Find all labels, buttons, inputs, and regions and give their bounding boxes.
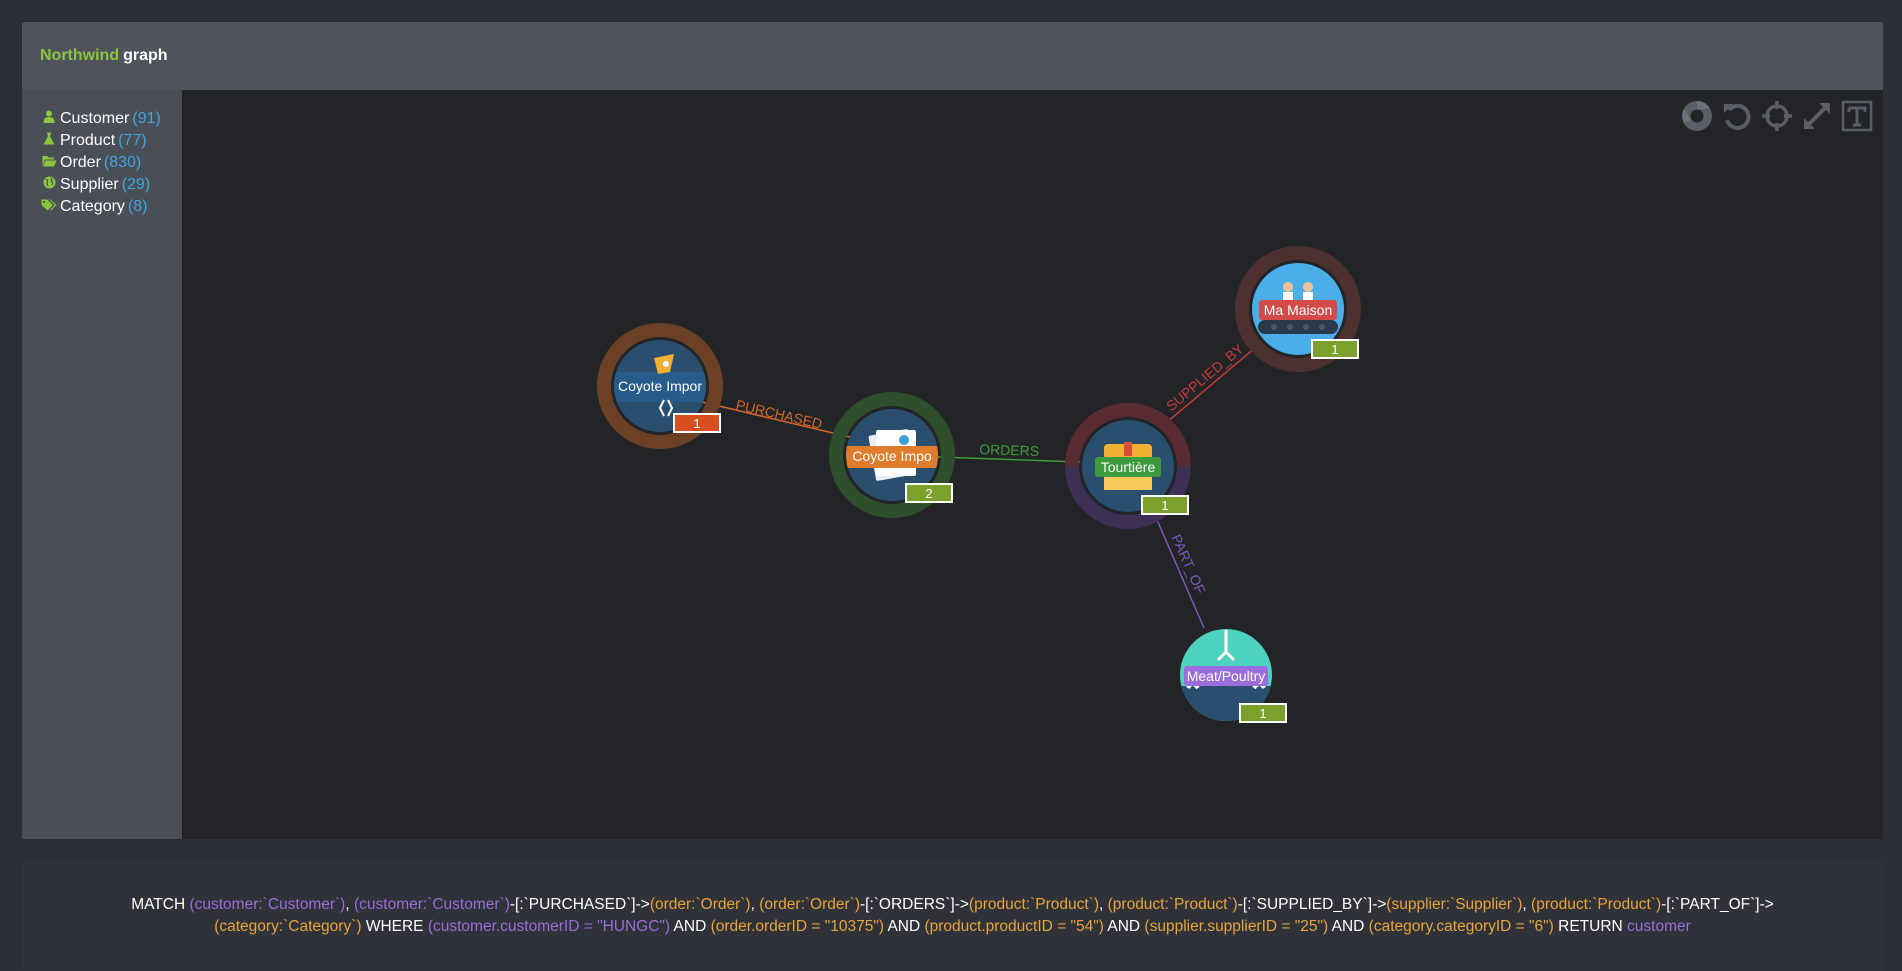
tags-icon (40, 196, 58, 218)
text-icon[interactable] (1841, 100, 1873, 132)
legend-item-supplier[interactable]: Supplier (29) (40, 174, 182, 196)
legend-list: Customer (91) Product (77) Order (830) Supp… (22, 90, 182, 218)
query-segment: (customer.customerID = "HUNGC") (427, 918, 671, 935)
crosshairs-icon[interactable] (1761, 100, 1793, 132)
node-order[interactable]: Coyote Impo 2 (829, 392, 955, 518)
query-segment: AND (884, 918, 925, 935)
query-segment: -[:`ORDERS`]-> (859, 896, 969, 913)
query-segment: (product:`Product`) (968, 896, 1099, 913)
edge-label-purchased: PURCHASED (734, 396, 823, 431)
node-label: Tourtière (1101, 459, 1156, 475)
legend-count: (91) (132, 110, 161, 127)
legend-count: (29) (121, 176, 151, 193)
cypher-query-text[interactable]: MATCH (customer:`Customer`), (customer:`… (62, 894, 1843, 938)
node-badge-count: 1 (1259, 706, 1266, 721)
node-badge-count: 1 (1331, 342, 1338, 357)
app-header: Northwind graph (22, 22, 1883, 90)
node-product[interactable]: Tourtière 1 (1065, 403, 1191, 529)
brand-accent: Northwind (40, 47, 120, 64)
cypher-query-panel: MATCH (customer:`Customer`), (customer:`… (22, 862, 1883, 971)
query-segment: , (750, 896, 760, 913)
query-segment: AND (670, 918, 711, 935)
query-segment: (order:`Order`) (759, 896, 860, 913)
node-supplier[interactable]: Ma Maison 1 (1235, 246, 1361, 372)
query-segment: (order.orderID = "10375") (710, 918, 884, 935)
legend-count: (8) (127, 198, 148, 215)
flask-icon (40, 130, 58, 152)
node-label: Ma Maison (1264, 302, 1332, 318)
query-segment: (customer:`Customer`) (189, 896, 346, 913)
query-segment: (order:`Order`) (649, 896, 751, 913)
query-segment: -[:`SUPPLIED_BY`]-> (1237, 896, 1387, 913)
query-segment: (supplier.supplierID = "25") (1144, 918, 1329, 935)
legend-item-order[interactable]: Order (830) (40, 152, 182, 174)
graph-toolbar (1681, 100, 1873, 132)
node-label: Coyote Impor (618, 378, 702, 394)
legend-count: (77) (118, 132, 147, 149)
graph-svg[interactable]: PURCHASED ORDERS SUPPLIED_BY PART_OF Coy… (182, 90, 1883, 839)
query-segment: (product:`Product`) (1531, 896, 1662, 913)
chrome-icon[interactable] (1681, 100, 1713, 132)
globe-icon (40, 174, 58, 196)
query-segment: WHERE (361, 918, 428, 935)
app-title: Northwind graph (40, 47, 168, 65)
node-badge-count: 2 (925, 486, 932, 501)
legend-item-product[interactable]: Product (77) (40, 130, 182, 152)
query-segment: AND (1328, 918, 1369, 935)
query-segment: (product.productID = "54") (924, 918, 1104, 935)
legend-label: Customer (60, 110, 130, 127)
node-category[interactable]: Meat/Poultry 1 (1180, 629, 1287, 726)
undo-icon[interactable] (1721, 100, 1753, 132)
query-segment: , (1522, 896, 1532, 913)
edge-label-part-of: PART_OF (1168, 532, 1208, 596)
legend-label: Category (60, 198, 125, 215)
edge-label-supplied-by: SUPPLIED_BY (1163, 340, 1247, 414)
node-label: Coyote Impo (852, 448, 932, 464)
query-segment: -[:`PART_OF`]-> (1661, 896, 1774, 913)
edge-supplied-by[interactable] (1159, 341, 1263, 429)
query-segment: customer (1627, 918, 1691, 935)
expand-icon[interactable] (1801, 100, 1833, 132)
query-segment: (category.categoryID = "6") (1368, 918, 1554, 935)
legend-label: Order (60, 154, 101, 171)
node-badge-count: 1 (693, 416, 700, 431)
legend-sidebar: Customer (91) Product (77) Order (830) Supp… (22, 90, 182, 839)
query-segment: AND (1103, 918, 1145, 935)
query-segment: (category:`Category`) (214, 918, 362, 935)
query-segment: -[:`PURCHASED`]-> (509, 896, 650, 913)
query-segment: (product:`Product`) (1107, 896, 1238, 913)
node-label: Meat/Poultry (1187, 668, 1266, 684)
node-badge-count: 1 (1161, 498, 1168, 513)
folder-open-icon (40, 152, 58, 174)
legend-count: (830) (103, 154, 142, 171)
query-segment: (supplier:`Supplier`) (1386, 896, 1523, 913)
edge-label-orders: ORDERS (979, 441, 1039, 459)
query-segment: , (345, 896, 354, 913)
legend-item-category[interactable]: Category (8) (40, 196, 182, 218)
query-segment: , (1099, 896, 1108, 913)
node-customer[interactable]: Coyote Impor 1 (597, 323, 723, 449)
user-icon (40, 108, 58, 130)
brand-rest: graph (123, 47, 168, 64)
legend-label: Product (60, 132, 116, 149)
query-segment: RETURN (1553, 918, 1628, 935)
query-segment: (customer:`Customer`) (353, 896, 510, 913)
legend-item-customer[interactable]: Customer (91) (40, 108, 182, 130)
graph-canvas[interactable]: PURCHASED ORDERS SUPPLIED_BY PART_OF Coy… (182, 90, 1883, 839)
legend-label: Supplier (60, 176, 119, 193)
query-segment: MATCH (131, 896, 190, 913)
